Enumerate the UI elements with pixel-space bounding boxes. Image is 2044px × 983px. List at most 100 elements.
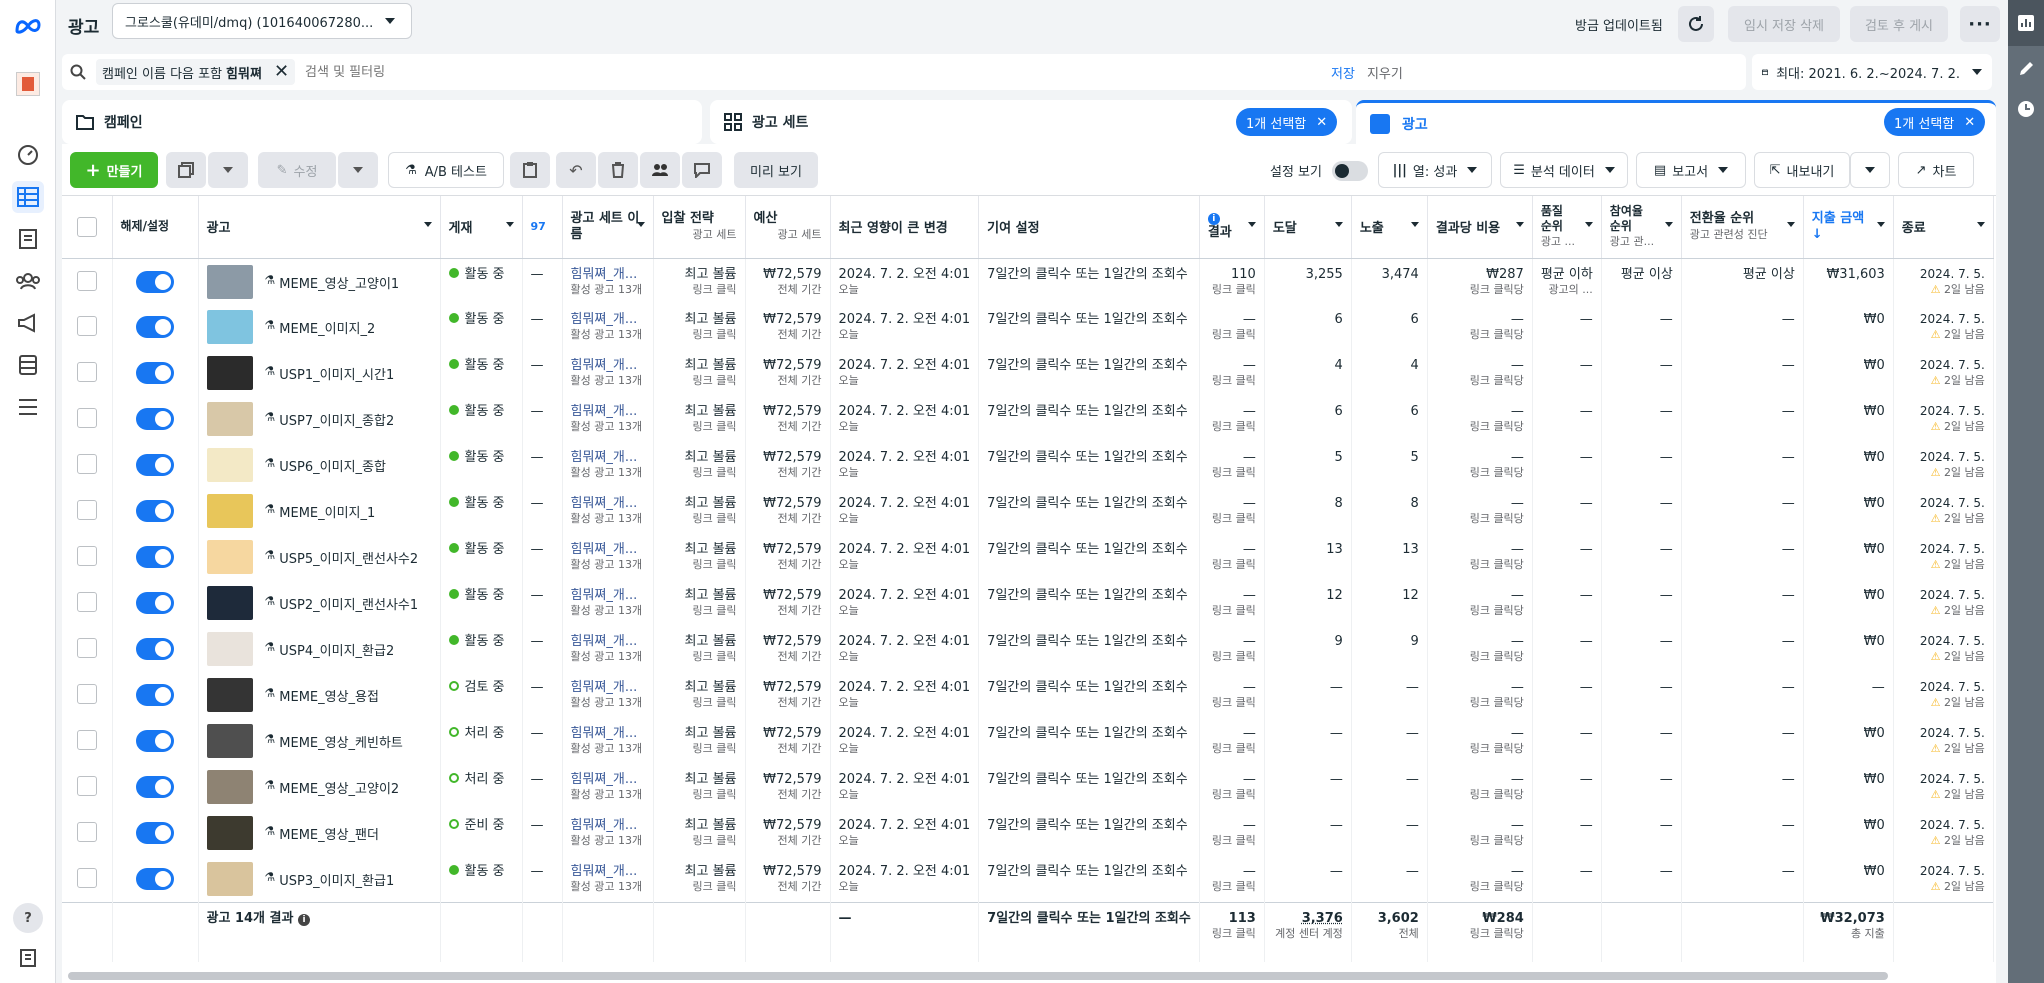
people-button[interactable] [640, 152, 680, 188]
refresh-button[interactable] [1678, 6, 1714, 42]
row-checkbox[interactable] [76, 500, 97, 520]
row-checkbox[interactable] [76, 316, 97, 336]
clear-filter-link[interactable]: 지우기 [1367, 63, 1403, 82]
col-reach[interactable]: 도달 [1264, 196, 1352, 259]
row-checkbox[interactable] [76, 638, 97, 658]
table-row[interactable]: ⚗ USP5_이미지_랜선사수2 활동 중 — 힘뭐쪄_개... 활성 광고 13개 최고 … [62, 534, 1994, 580]
table-row[interactable]: ⚗ USP3_이미지_환급1 활동 중 — 힘뭐쪄_개... 활성 광고 13개 최고 볼륨… [62, 856, 1994, 902]
ad-name-cell[interactable]: ⚗ USP6_이미지_종합 [198, 442, 441, 488]
row-checkbox[interactable] [76, 362, 97, 382]
close-icon[interactable]: ✕ [1964, 115, 1975, 130]
ad-name-cell[interactable]: ⚗ USP7_이미지_종합2 [198, 396, 441, 442]
col-quality-ranking[interactable]: 품질 순위 광고 ... [1532, 196, 1602, 259]
table-row[interactable]: ⚗ MEME_영상_고양이2 처리 중 — 힘뭐쪄_개... 활성 광고 13개 최고 볼륨… [62, 764, 1994, 810]
col-end[interactable]: 종료 [1893, 196, 1994, 259]
table-row[interactable]: ⚗ MEME_이미지_2 활동 중 — 힘뭐쪄_개... 활성 광고 13개 최고 볼륨 링크… [62, 304, 1994, 350]
tab-campaign[interactable]: 캠페인 [62, 100, 702, 144]
save-filter-link[interactable]: 저장 [1331, 63, 1355, 82]
adset-cell[interactable]: 힘뭐쪄_개... 활성 광고 13개 [562, 580, 654, 626]
table-row[interactable]: ⚗ MEME_영상_고양이1 활동 중 — 힘뭐쪄_개... 활성 광고 13개 최고 볼륨… [62, 258, 1994, 304]
row-checkbox[interactable] [76, 592, 97, 612]
ad-name-cell[interactable]: ⚗ MEME_영상_고양이2 [198, 764, 441, 810]
ad-name-cell[interactable]: ⚗ USP1_이미지_시간1 [198, 350, 441, 396]
adset-cell[interactable]: 힘뭐쪄_개... 활성 광고 13개 [562, 258, 654, 304]
search-input[interactable] [305, 64, 1326, 80]
adset-link[interactable]: 힘뭐쪄_개... [571, 304, 645, 328]
ad-name-cell[interactable]: ⚗ USP3_이미지_환급1 [198, 856, 441, 902]
ad-name-cell[interactable]: ⚗ USP4_이미지_환급2 [198, 626, 441, 672]
col-last-change[interactable]: 최근 영향이 큰 변경 [830, 196, 980, 259]
adset-link[interactable]: 힘뭐쪄_개... [571, 672, 645, 696]
adset-cell[interactable]: 힘뭐쪄_개... 활성 광고 13개 [562, 764, 654, 810]
duplicate-dropdown[interactable] [208, 152, 248, 188]
comment-button[interactable] [682, 152, 722, 188]
charts-button[interactable]: ↗ 차트 [1898, 152, 1974, 188]
adset-cell[interactable]: 힘뭐쪄_개... 활성 광고 13개 [562, 718, 654, 764]
ad-name-cell[interactable]: ⚗ USP5_이미지_랜선사수2 [198, 534, 441, 580]
adset-link[interactable]: 힘뭐쪄_개... [571, 810, 645, 834]
ad-selected-chip[interactable]: 1개 선택함 ✕ [1884, 108, 1986, 136]
ad-on-off-toggle[interactable] [136, 500, 174, 522]
export-dropdown[interactable] [1850, 152, 1890, 188]
ad-name-cell[interactable]: ⚗ MEME_이미지_2 [198, 304, 441, 350]
more-options-button[interactable]: ··· [1960, 6, 2000, 42]
adset-link[interactable]: 힘뭐쪄_개... [571, 488, 645, 512]
adset-cell[interactable]: 힘뭐쪄_개... 활성 광고 13개 [562, 396, 654, 442]
discard-drafts-button[interactable]: 임시 저장 삭제 [1728, 6, 1840, 42]
row-checkbox[interactable] [76, 822, 97, 842]
col-attribution[interactable]: 기여 설정 [978, 196, 1200, 259]
account-selector[interactable]: 그로스쿨(유데미/dmq) (101640067280... [112, 3, 412, 39]
ad-on-off-toggle[interactable] [136, 638, 174, 660]
adset-link[interactable]: 힘뭐쪄_개... [571, 534, 645, 558]
ad-on-off-toggle[interactable] [136, 868, 174, 890]
menu-icon[interactable] [12, 391, 44, 423]
col-impressions[interactable]: 노출 [1351, 196, 1428, 259]
megaphone-icon[interactable] [12, 307, 44, 339]
ad-name-cell[interactable]: ⚗ MEME_영상_케빈하트 [198, 718, 441, 764]
adset-cell[interactable]: 힘뭐쪄_개... 활성 광고 13개 [562, 350, 654, 396]
adset-link[interactable]: 힘뭐쪄_개... [571, 856, 645, 880]
ad-on-off-toggle[interactable] [136, 362, 174, 384]
row-checkbox[interactable] [76, 546, 97, 566]
row-checkbox[interactable] [76, 270, 97, 291]
adset-cell[interactable]: 힘뭐쪄_개... 활성 광고 13개 [562, 488, 654, 534]
history-clock-icon[interactable] [2008, 86, 2044, 132]
filter-chip[interactable]: 캠페인 이름 다음 포함 힘뭐쪄 ✕ [96, 59, 296, 85]
adset-link[interactable]: 힘뭐쪄_개... [571, 626, 645, 650]
table-row[interactable]: ⚗ MEME_영상_용접 검토 중 — 힘뭐쪄_개... 활성 광고 13개 최고 볼륨 링크… [62, 672, 1994, 718]
adset-selected-chip[interactable]: 1개 선택함 ✕ [1236, 108, 1338, 136]
edit-dropdown[interactable] [338, 152, 378, 188]
table-row[interactable]: ⚗ USP1_이미지_시간1 활동 중 — 힘뭐쪄_개... 활성 광고 13개 최고 볼륨… [62, 350, 1994, 396]
row-checkbox[interactable] [76, 776, 97, 796]
create-button[interactable]: + 만들기 [70, 152, 158, 188]
scrollbar-thumb[interactable] [68, 972, 1888, 980]
ads-manager-table-icon[interactable] [12, 181, 44, 213]
table-row[interactable]: ⚗ USP6_이미지_종합 활동 중 — 힘뭐쪄_개... 활성 광고 13개 최고 볼륨 링… [62, 442, 1994, 488]
adset-cell[interactable]: 힘뭐쪄_개... 활성 광고 13개 [562, 442, 654, 488]
col-ad[interactable]: 광고 [198, 196, 441, 259]
ad-on-off-toggle[interactable] [136, 316, 174, 338]
col-engagement-ranking[interactable]: 참여율 순위 광고 관... [1601, 196, 1682, 259]
clipboard-button[interactable] [510, 152, 550, 188]
col-conversion-ranking[interactable]: 전환율 순위 광고 관련성 진단 [1681, 196, 1804, 259]
dashboard-icon[interactable] [12, 139, 44, 171]
ad-name-cell[interactable]: ⚗ MEME_영상_팬더 [198, 810, 441, 856]
ad-on-off-toggle[interactable] [136, 270, 174, 293]
col-budget[interactable]: 예산 광고 세트 [745, 196, 831, 259]
col-adset-name[interactable]: 광고 세트 이름 [562, 196, 654, 259]
ad-on-off-toggle[interactable] [136, 730, 174, 752]
row-checkbox[interactable] [76, 868, 97, 888]
ad-name-cell[interactable]: ⚗ MEME_이미지_1 [198, 488, 441, 534]
adset-cell[interactable]: 힘뭐쪄_개... 활성 광고 13개 [562, 856, 654, 902]
breakdown-button[interactable]: ☰ 분석 데이터 [1500, 152, 1628, 188]
adset-link[interactable]: 힘뭐쪄_개... [571, 580, 645, 604]
date-range-picker[interactable]: 최대: 2021. 6. 2.~2024. 7. 2. [1752, 54, 1992, 90]
adset-cell[interactable]: 힘뭐쪄_개... 활성 광고 13개 [562, 810, 654, 856]
ad-name-cell[interactable]: ⚗ MEME_영상_고양이1 [198, 258, 441, 304]
meta-logo-icon[interactable] [12, 10, 44, 42]
ad-on-off-toggle[interactable] [136, 776, 174, 798]
select-all-checkbox[interactable] [76, 216, 97, 237]
adset-cell[interactable]: 힘뭐쪄_개... 활성 광고 13개 [562, 672, 654, 718]
preview-button[interactable]: 미리 보기 [734, 152, 818, 188]
table-row[interactable]: ⚗ USP7_이미지_종합2 활동 중 — 힘뭐쪄_개... 활성 광고 13개 최고 볼륨… [62, 396, 1994, 442]
